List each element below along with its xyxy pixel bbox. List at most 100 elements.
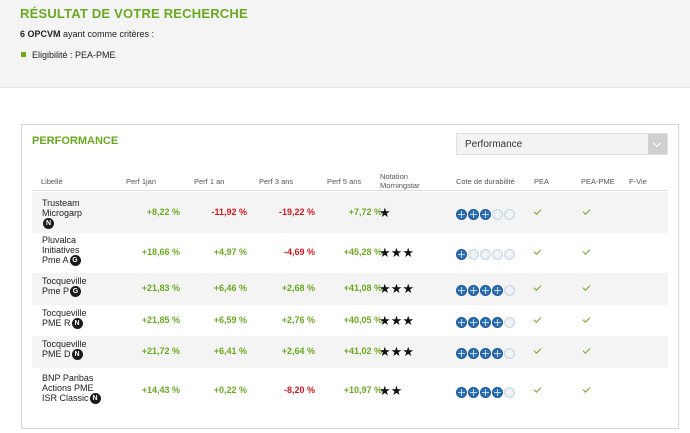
fund-name-line: N: [42, 217, 82, 229]
sustainability-rating: [456, 246, 516, 264]
perf-p3ans: -8,20 %: [283, 384, 315, 395]
perf-p5ans: +7,72 %: [348, 206, 382, 217]
col-pea-pme[interactable]: PEA-PME: [581, 177, 615, 186]
globe-icon: [504, 386, 515, 398]
fund-name-line: Tocqueville: [42, 339, 87, 349]
col-perf-5ans[interactable]: Perf 5 ans: [327, 177, 361, 186]
fund-name-line: ISR Classic N: [42, 393, 101, 404]
table-row[interactable]: BNP Paribas Actions PME ISR Classic N +14,43…: [32, 368, 668, 413]
fund-name-line: PME DN: [42, 349, 87, 361]
globe-icon: [480, 285, 491, 297]
star-icon: ★: [379, 312, 391, 328]
perf-p3ans: -19,22 %: [278, 206, 315, 217]
globe-icon: [456, 348, 467, 360]
check-icon: [582, 314, 591, 323]
fund-name-line: Actions PME: [42, 382, 94, 393]
result-summary-text: ayant comme critères :: [60, 29, 155, 39]
morningstar-rating: ★★★: [379, 344, 414, 360]
search-result-header: RÉSULTAT DE VOTRE RECHERCHE 6 OPCVM ayan…: [0, 0, 690, 88]
check-icon: [533, 247, 542, 255]
chevron-down-icon[interactable]: [648, 134, 667, 154]
morningstar-badge-icon: N: [71, 317, 83, 329]
globe-icon: [468, 316, 479, 328]
sustainability-rating: [456, 282, 516, 300]
table-row[interactable]: Pluvalca Initiatives Pme A G +18,66 % +4,97 %…: [32, 233, 668, 273]
sustainability-rating: [456, 206, 516, 224]
table-row[interactable]: Tocqueville PME D N +21,72 % +6,41 % +2,64 % +…: [32, 336, 668, 368]
globe-icon: [468, 386, 479, 398]
col-durabilite[interactable]: Cote de durabilité: [456, 177, 515, 186]
perf-p1jan: +21,72 %: [141, 346, 180, 356]
perf-p1an: +4,97 %: [213, 247, 247, 257]
perf-p1jan: +21,85 %: [141, 314, 180, 325]
perf-p3ans: -4,69 %: [283, 247, 315, 257]
col-pea[interactable]: PEA: [534, 177, 549, 186]
perf-p3ans: +2,68 %: [281, 283, 315, 293]
col-perf-1an[interactable]: Perf 1 an: [194, 177, 224, 186]
fund-name[interactable]: Trusteam Microgarp N: [42, 198, 82, 229]
fund-name[interactable]: Tocqueville PME RN: [42, 308, 87, 329]
fund-name[interactable]: Tocqueville PME DN: [42, 339, 87, 361]
check-icon: [533, 346, 542, 354]
star-icon: ★: [390, 312, 403, 328]
morningstar-rating: ★★★: [379, 313, 414, 329]
perf-p1jan: +18,66 %: [141, 247, 180, 257]
star-icon: ★: [379, 245, 391, 260]
star-icon: ★: [390, 344, 403, 359]
globe-icon: [456, 208, 467, 220]
globe-icon: [492, 285, 503, 297]
check-icon: [533, 314, 542, 323]
perf-p1an: +6,46 %: [213, 283, 247, 293]
globe-icon: [504, 208, 515, 220]
view-select-value: Performance: [465, 139, 523, 150]
col-perf-1jan[interactable]: Perf 1jan: [126, 177, 156, 186]
globe-icon: [456, 316, 467, 328]
globe-icon: [492, 386, 503, 398]
fund-name-line: Tocqueville: [42, 307, 87, 318]
perf-p5ans: +40,05 %: [343, 314, 382, 325]
header-divider: [32, 190, 668, 191]
star-icon: ★: [390, 281, 403, 296]
result-summary: 6 OPCVM ayant comme critères :: [20, 29, 154, 39]
fund-name[interactable]: Tocqueville Pme PG: [42, 276, 87, 298]
globe-icon: [480, 348, 491, 360]
col-perf-3ans[interactable]: Perf 3 ans: [259, 177, 293, 186]
col-fvie[interactable]: F-Vie: [629, 177, 647, 186]
globe-icon: [456, 285, 467, 297]
globe-icon: [480, 249, 491, 261]
col-notation-line2: Morningstar: [380, 181, 420, 190]
check-icon: [582, 346, 591, 354]
col-notation[interactable]: Notation Morningstar: [380, 172, 420, 190]
table-row[interactable]: Tocqueville Pme P G +21,83 % +6,46 % +2,68 % +…: [32, 273, 668, 305]
star-icon: ★: [402, 312, 414, 328]
fund-name[interactable]: Pluvalca Initiatives Pme AG: [42, 235, 81, 267]
view-select[interactable]: Performance: [456, 133, 668, 155]
table-row[interactable]: Tocqueville PME R N +21,85 % +6,59 % +2,76 % +…: [32, 305, 668, 336]
perf-p1an: -11,92 %: [211, 206, 247, 217]
perf-p1an: +0,22 %: [213, 384, 247, 395]
col-libelle[interactable]: Libellé: [41, 177, 63, 186]
col-notation-line1: Notation: [380, 172, 408, 181]
morningstar-rating: ★★★: [379, 245, 414, 261]
perf-p1an: +6,59 %: [213, 314, 247, 325]
globe-icon: [480, 316, 491, 328]
globe-icon: [480, 386, 491, 398]
globe-icon: [468, 249, 479, 261]
fund-name-line: Trusteam: [42, 197, 80, 208]
performance-panel: PERFORMANCE Performance Libellé Perf 1ja…: [21, 124, 679, 429]
perf-p1an: +6,41 %: [213, 346, 247, 356]
check-icon: [582, 283, 591, 291]
sustainability-rating: [456, 384, 516, 402]
table-row[interactable]: Trusteam Microgarp N +8,22 % -11,92 % -19,22 …: [32, 192, 668, 233]
morningstar-rating: ★★★: [379, 281, 414, 297]
panel-title: PERFORMANCE: [32, 135, 119, 147]
star-icon: ★: [379, 344, 391, 359]
star-icon: ★: [379, 382, 391, 398]
fund-name-line: Pme AG: [42, 255, 81, 267]
fund-name[interactable]: BNP Paribas Actions PME ISR Classic N: [42, 373, 101, 404]
globe-icon: [504, 285, 515, 297]
check-icon: [533, 283, 542, 291]
globe-icon: [492, 249, 503, 261]
globe-icon: [504, 249, 515, 261]
perf-p5ans: +45,28 %: [343, 247, 382, 257]
